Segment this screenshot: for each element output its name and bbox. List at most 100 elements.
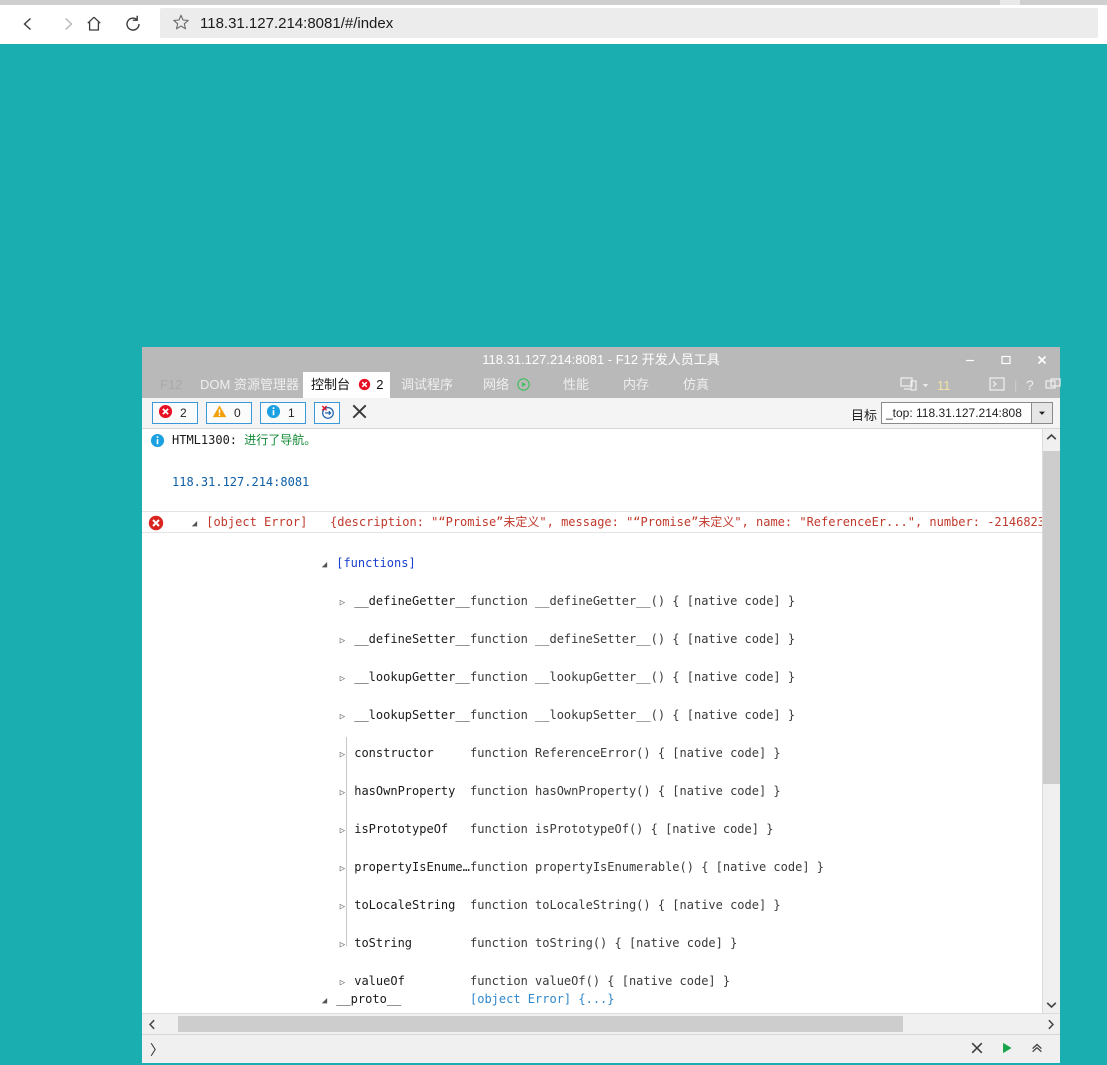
tree-node-functions-group1[interactable]: ◢ [functions] — [142, 554, 1043, 573]
expand-multiline-button[interactable] — [1026, 1039, 1048, 1059]
chevron-down-icon[interactable] — [1031, 403, 1052, 423]
collapse-triangle-icon[interactable]: ◢ — [320, 992, 329, 1011]
address-bar-url: 118.31.127.214:8081/#/index — [200, 14, 394, 32]
minimize-button[interactable] — [952, 347, 988, 372]
maximize-button[interactable] — [988, 347, 1024, 372]
tree-node-label[interactable]: ◢ [functions] — [320, 554, 416, 575]
scroll-left-button[interactable] — [142, 1014, 162, 1034]
tree-row[interactable]: ▷ __lookupGetter__ function __lookupGette… — [142, 668, 1043, 687]
clear-console-button[interactable] — [348, 402, 370, 424]
help-button[interactable]: ? — [1026, 372, 1034, 398]
tree-node-value: function isPrototypeOf() { [native code]… — [470, 822, 774, 836]
tree-row[interactable]: ▷ hasOwnProperty function hasOwnProperty(… — [142, 782, 1043, 801]
warning-count: 0 — [234, 406, 241, 420]
tab-performance[interactable]: 性能 — [555, 372, 597, 398]
dock-window-button[interactable] — [1045, 372, 1061, 398]
info-count: 1 — [288, 406, 295, 420]
filter-errors-button[interactable]: 2 — [152, 402, 198, 424]
tab-dom-explorer[interactable]: DOM 资源管理器 — [192, 372, 307, 398]
console-drawer-button[interactable] — [989, 372, 1005, 398]
tab-emulation[interactable]: 仿真 — [675, 372, 717, 398]
chevron-down-icon — [921, 378, 930, 393]
filter-infos-button[interactable]: 1 — [260, 402, 306, 424]
console-command-line: 〉 — [142, 1034, 1060, 1065]
back-button[interactable] — [8, 5, 48, 43]
tree-node-label[interactable]: ▷ __lookupSetter__ — [338, 706, 470, 727]
tree-node-label[interactable]: ▷ isPrototypeOf — [338, 820, 448, 841]
tree-row[interactable]: ▷ __lookupSetter__ function __lookupSette… — [142, 706, 1043, 725]
tree-node-value: function toLocaleString() { [native code… — [470, 898, 781, 912]
expand-triangle-icon[interactable]: ▷ — [338, 708, 347, 727]
tree-node-value: [object Error] {...} — [470, 992, 615, 1006]
scroll-up-button[interactable] — [1043, 429, 1060, 446]
clear-on-navigate-icon — [319, 404, 336, 423]
tree-row[interactable]: ▷ __defineGetter__ function __defineGette… — [142, 592, 1043, 611]
devtools-tabbar: F12 DOM 资源管理器 控制台 2 调试程序 网络 性能 内存 仿真 11 … — [142, 372, 1061, 398]
tree-node-proto1[interactable]: ◢ __proto__ [object Error] {...} — [142, 990, 1043, 1009]
tree-node-label[interactable]: ▷ __defineGetter__ — [338, 592, 470, 613]
tree-node-label[interactable]: ▷ toLocaleString — [338, 896, 456, 917]
tree-row[interactable]: ▷ valueOf function valueOf() { [native co… — [142, 972, 1043, 991]
reload-button[interactable] — [113, 5, 153, 43]
filter-warnings-button[interactable]: 0 — [206, 402, 252, 424]
tab-label: 内存 — [623, 377, 650, 392]
console-info-source[interactable]: 118.31.127.214:8081 — [142, 473, 1043, 492]
tab-label: 网络 — [483, 377, 510, 392]
target-select[interactable]: _top: 118.31.127.214:808 — [881, 402, 1053, 424]
tree-node-label[interactable]: ▷ __defineSetter__ — [338, 630, 470, 651]
error-entry-label[interactable]: ◢ [object Error] — [190, 512, 308, 534]
info-icon — [266, 404, 281, 422]
console-error-entry[interactable]: ◢ [object Error] {description: "“Promise… — [142, 511, 1043, 533]
tree-node-label[interactable]: ▷ toString — [338, 934, 412, 955]
tab-error-count: 2 — [376, 377, 384, 392]
tree-node-label[interactable]: ▷ constructor — [338, 744, 434, 765]
scroll-down-button[interactable] — [1043, 996, 1060, 1013]
tree-row[interactable]: ▷ constructor function ReferenceError() {… — [142, 744, 1043, 763]
device-emulation-icon — [900, 376, 918, 395]
console-command-input[interactable] — [168, 1035, 972, 1065]
expand-triangle-icon[interactable]: ▷ — [338, 670, 347, 689]
tree-node-value: function toString() { [native code] } — [470, 936, 738, 950]
collapse-triangle-icon[interactable]: ◢ — [320, 556, 329, 575]
console-horizontal-scrollbar[interactable] — [142, 1013, 1060, 1034]
scroll-thumb[interactable] — [178, 1016, 903, 1032]
tree-node-label[interactable]: ◢ __proto__ — [320, 990, 401, 1011]
clear-on-navigate-toggle[interactable] — [314, 402, 340, 424]
tree-node-value: function valueOf() { [native code] } — [470, 974, 731, 988]
tab-f12[interactable]: F12 — [152, 372, 190, 398]
star-icon[interactable] — [172, 13, 190, 34]
tree-row[interactable]: ▷ toString function toString() { [native … — [142, 934, 1043, 953]
device-emulation-control[interactable]: 11 — [900, 372, 951, 398]
home-button[interactable] — [74, 5, 114, 43]
tree-row[interactable]: ▷ __defineSetter__ function __defineSette… — [142, 630, 1043, 649]
info-message-url[interactable]: 118.31.127.214:8081 — [172, 473, 309, 492]
tree-node-label[interactable]: ▷ hasOwnProperty — [338, 782, 456, 803]
tree-row[interactable]: ▷ propertyIsEnume… function propertyIsEnu… — [142, 858, 1043, 877]
clear-input-button[interactable] — [966, 1039, 988, 1059]
tree-node-label[interactable]: ▷ __lookupGetter__ — [338, 668, 470, 689]
warning-icon — [212, 404, 227, 422]
tree-node-label[interactable]: ▷ propertyIsEnume… — [338, 858, 470, 879]
info-icon — [150, 433, 165, 455]
collapse-triangle-icon[interactable]: ◢ — [190, 514, 199, 534]
prompt-caret-icon: 〉 — [150, 1042, 164, 1058]
console-vertical-scrollbar[interactable] — [1042, 429, 1060, 1013]
play-icon[interactable] — [516, 374, 530, 400]
tree-row[interactable]: ▷ toLocaleString function toLocaleString(… — [142, 896, 1043, 915]
error-entry-detail: {description: "“Promise”未定义", message: "… — [330, 515, 1043, 529]
tab-console[interactable]: 控制台 2 — [303, 372, 390, 398]
address-bar[interactable]: 118.31.127.214:8081/#/index — [160, 8, 1098, 38]
console-info-message[interactable]: HTML1300: 进行了导航。 — [142, 429, 1043, 451]
tree-row[interactable]: ▷ isPrototypeOf function isPrototypeOf() … — [142, 820, 1043, 839]
scroll-right-button[interactable] — [1040, 1014, 1060, 1034]
expand-triangle-icon[interactable]: ▷ — [338, 594, 347, 613]
run-script-button[interactable] — [996, 1039, 1018, 1059]
tab-memory[interactable]: 内存 — [615, 372, 657, 398]
tab-debugger[interactable]: 调试程序 — [393, 372, 461, 398]
tree-node-value: function hasOwnProperty() { [native code… — [470, 784, 781, 798]
console-message-list[interactable]: HTML1300: 进行了导航。 118.31.127.214:8081 ◢ [… — [142, 429, 1043, 1013]
close-button[interactable] — [1024, 347, 1060, 372]
expand-triangle-icon[interactable]: ▷ — [338, 632, 347, 651]
tab-network[interactable]: 网络 — [475, 372, 538, 398]
scroll-thumb[interactable] — [1043, 451, 1060, 784]
